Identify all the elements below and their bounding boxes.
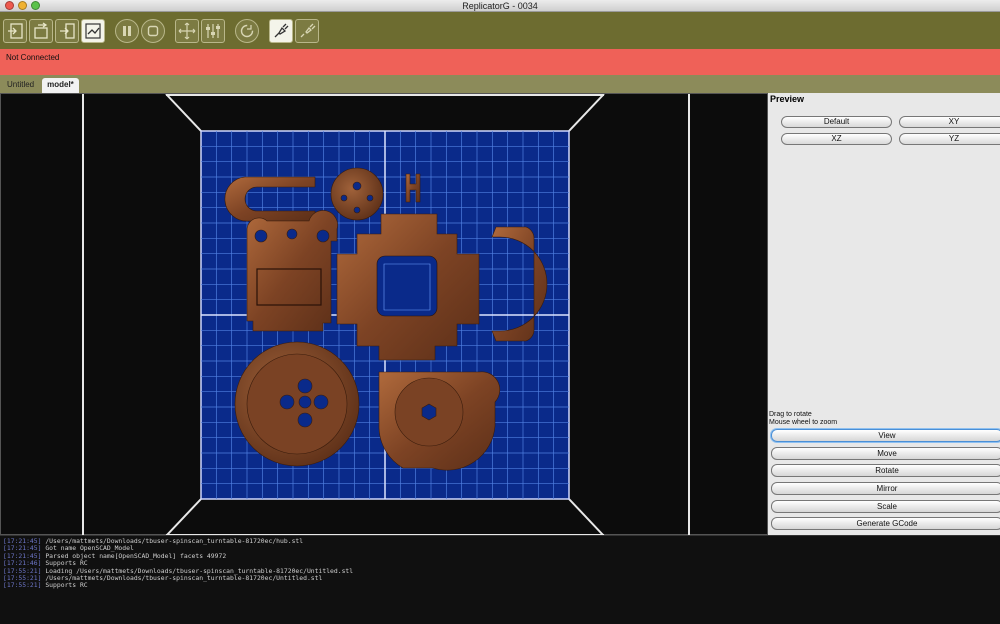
tab-untitled[interactable]: Untitled — [2, 78, 39, 93]
model-viewport[interactable] — [0, 93, 768, 537]
generate-gcode-button[interactable]: Generate GCode — [771, 517, 1000, 530]
part-pulley-wheel[interactable] — [234, 341, 360, 467]
window-title: ReplicatorG - 0034 — [462, 1, 538, 11]
view-yz-button[interactable]: YZ — [899, 133, 1000, 145]
build-from-sd-icon — [8, 22, 23, 39]
title-bar: ReplicatorG - 0034 — [0, 0, 1000, 12]
build-to-file-button[interactable] — [55, 18, 79, 43]
console-log[interactable]: [17:21:45] /Users/mattmets/Downloads/tbu… — [0, 535, 1000, 624]
build-icon — [85, 22, 101, 39]
build-to-file-icon — [60, 22, 75, 39]
move-button[interactable]: Move — [771, 447, 1000, 460]
toolbar — [0, 12, 1000, 49]
build-from-sd-button[interactable] — [3, 18, 27, 43]
log-line: [17:55:21] /Users/mattmets/Downloads/tbu… — [3, 574, 997, 582]
stop-icon — [147, 25, 159, 36]
mirror-button[interactable]: Mirror — [771, 482, 1000, 495]
view-xz-button[interactable]: XZ — [781, 133, 892, 145]
reset-icon — [240, 24, 254, 37]
log-line: [17:21:45] Parsed object name[OpenSCAD_M… — [3, 552, 997, 560]
view-mode-button[interactable]: View — [771, 429, 1000, 442]
preview-heading: Preview — [770, 94, 805, 104]
preview-panel: Preview Default XY XZ YZ Drag to rotate … — [768, 93, 1000, 535]
control-panel-button[interactable] — [175, 18, 199, 43]
view-default-button[interactable]: Default — [781, 116, 892, 128]
pause-button[interactable] — [115, 18, 139, 43]
log-line: [17:55:21] Supports RC — [3, 582, 997, 589]
part-hub[interactable] — [378, 371, 501, 471]
sliders-button[interactable] — [201, 18, 225, 43]
log-timestamp: [17:55:21] — [3, 581, 42, 590]
status-text: Not Connected — [6, 53, 60, 62]
upload-to-sd-button[interactable] — [29, 18, 53, 43]
build-button[interactable] — [81, 18, 105, 43]
pause-icon — [123, 25, 131, 36]
hint-mouse-zoom: Mouse wheel to zoom — [769, 419, 838, 426]
disconnect-button[interactable] — [295, 18, 319, 43]
sliders-icon — [206, 23, 220, 38]
upload-to-sd-icon — [34, 21, 48, 39]
reset-button[interactable] — [235, 18, 259, 43]
tab-bar: Untitled model* — [0, 75, 1000, 93]
disconnect-icon — [300, 23, 316, 37]
rotate-button[interactable]: Rotate — [771, 464, 1000, 477]
scale-button[interactable]: Scale — [771, 500, 1000, 513]
tab-model[interactable]: model* — [42, 78, 79, 93]
part-motor-mount[interactable] — [246, 210, 338, 332]
control-panel-icon — [178, 22, 196, 39]
log-line: [17:21:45] /Users/mattmets/Downloads/tbu… — [3, 537, 997, 545]
connect-icon — [274, 23, 289, 37]
log-message: Supports RC — [41, 581, 88, 590]
build-platform-scene — [82, 93, 690, 537]
connection-status: Not Connected — [0, 49, 1000, 75]
view-xy-button[interactable]: XY — [899, 116, 1000, 128]
connect-button[interactable] — [269, 18, 293, 43]
stop-button[interactable] — [141, 18, 165, 43]
hint-drag-rotate: Drag to rotate — [769, 411, 812, 418]
part-small-gear[interactable] — [330, 167, 384, 221]
